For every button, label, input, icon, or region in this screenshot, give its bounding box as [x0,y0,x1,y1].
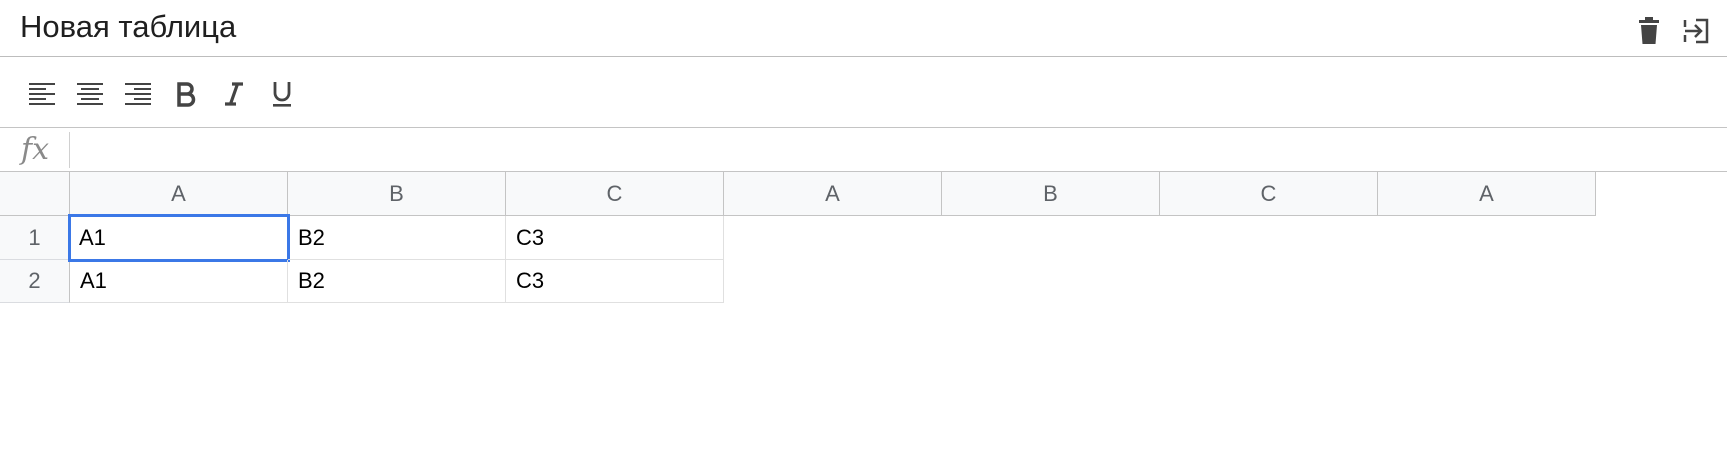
title-actions [1634,16,1711,46]
align-left-icon [29,83,55,105]
exit-button[interactable] [1681,16,1711,46]
cell-b1[interactable]: B2 [288,216,506,260]
column-header[interactable]: A [70,172,288,216]
column-header[interactable]: B [288,172,506,216]
row-header[interactable]: 1 [0,216,70,260]
formula-input[interactable] [72,132,1712,168]
formula-separator [69,132,70,168]
column-header[interactable]: A [724,172,942,216]
align-center-icon [77,83,103,105]
align-right-button[interactable] [118,76,158,112]
bold-icon [177,82,196,107]
italic-button[interactable] [214,76,254,112]
cell-c1[interactable]: C3 [506,216,724,260]
trash-icon [1639,17,1659,44]
title-bar: Новая таблица [0,0,1727,57]
cell-c2[interactable]: C3 [506,260,724,303]
align-left-button[interactable] [22,76,62,112]
column-header[interactable]: C [506,172,724,216]
column-header[interactable]: B [942,172,1160,216]
row-header[interactable]: 2 [0,260,70,303]
exit-icon [1683,18,1709,44]
grid-corner[interactable] [0,172,70,216]
align-center-button[interactable] [70,76,110,112]
cell-a2[interactable]: A1 [70,260,288,303]
underline-button[interactable] [262,76,302,112]
cell-b2[interactable]: B2 [288,260,506,303]
delete-button[interactable] [1634,16,1664,46]
underline-icon [273,82,291,107]
column-header[interactable]: A [1378,172,1596,216]
format-toolbar [0,57,1727,128]
formula-bar: fx [0,128,1727,172]
italic-icon [225,82,243,106]
fx-label: fx [20,132,50,167]
column-header[interactable]: C [1160,172,1378,216]
bold-button[interactable] [166,76,206,112]
align-right-icon [125,83,151,105]
page-title: Новая таблица [20,9,237,44]
cell-a1[interactable]: A1 [68,214,290,262]
